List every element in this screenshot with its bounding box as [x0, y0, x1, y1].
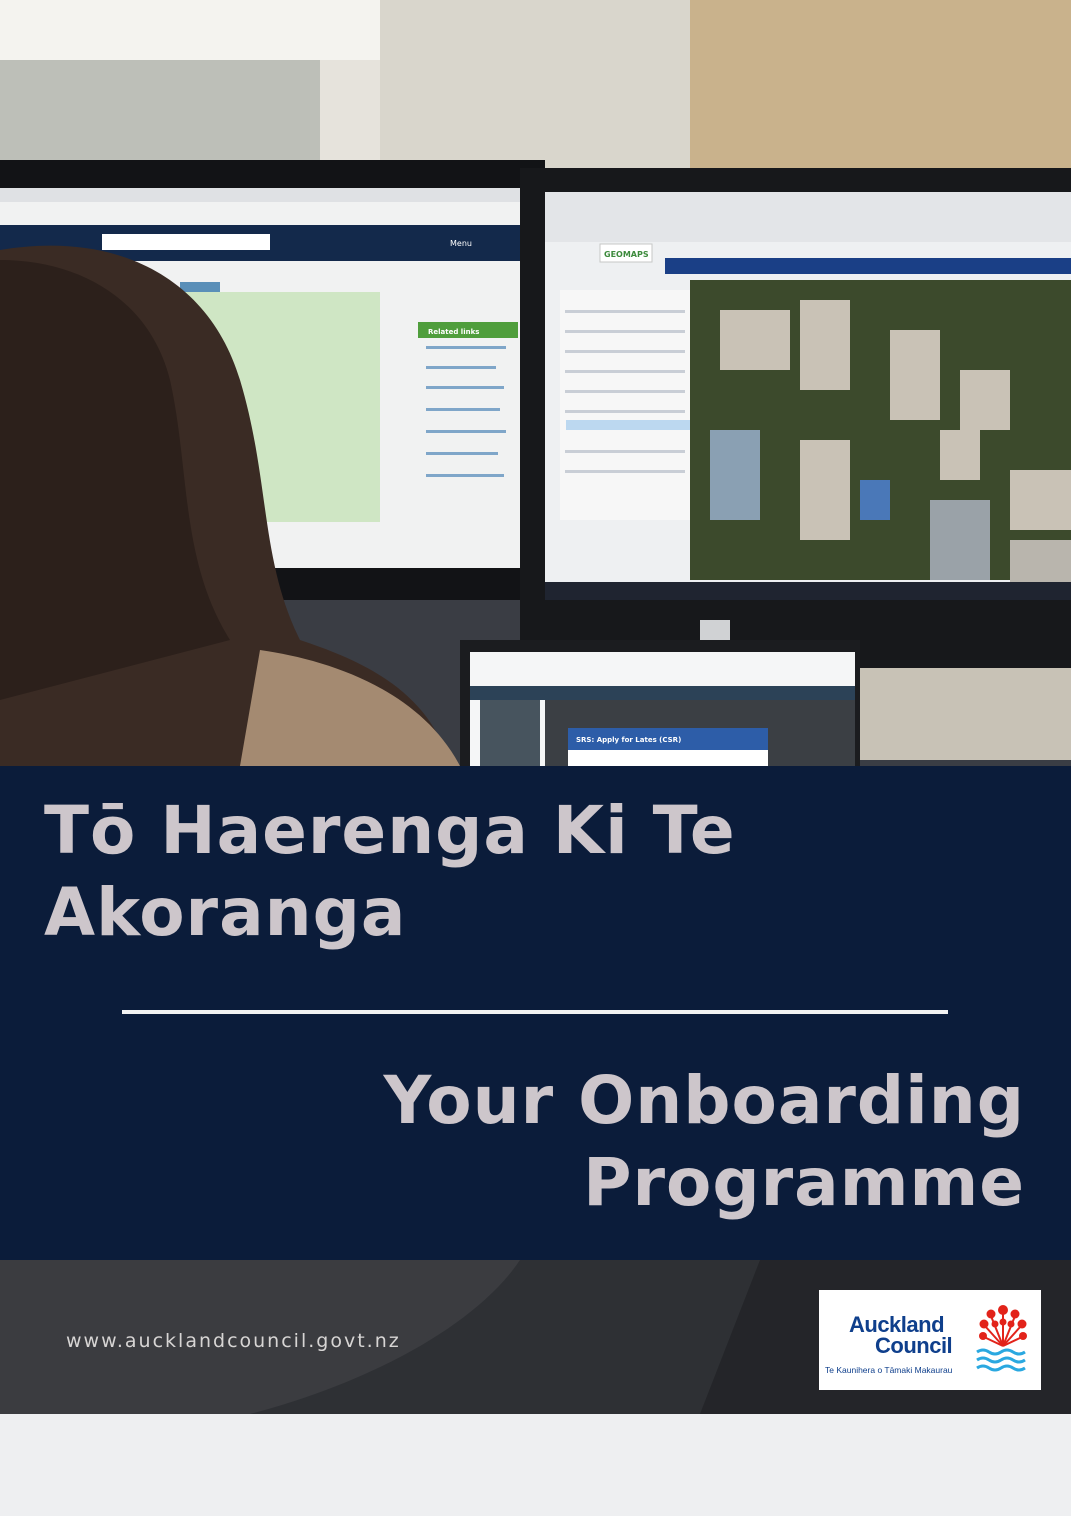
screen-app-badge: GEOMAPS	[604, 250, 649, 259]
logo-name-line2: Council	[875, 1333, 953, 1358]
pohutukawa-flower-icon	[976, 1305, 1027, 1372]
title-english: Your Onboarding Programme	[383, 1062, 1025, 1221]
title-maori: Tō Haerenga Ki Te Akoranga	[44, 792, 736, 951]
laptop-panel-heading: SRS: Apply for Lates (CSR)	[576, 736, 681, 744]
title-divider	[122, 1010, 948, 1014]
screen-menu-label: Menu	[450, 239, 472, 248]
website-url[interactable]: www.aucklandcouncil.govt.nz	[66, 1330, 401, 1352]
water-waves-icon	[976, 1348, 1026, 1372]
screen-related-links: Related links	[428, 328, 479, 336]
auckland-council-logo: Auckland Council Te Kaunihera o Tāmaki M…	[819, 1290, 1041, 1390]
